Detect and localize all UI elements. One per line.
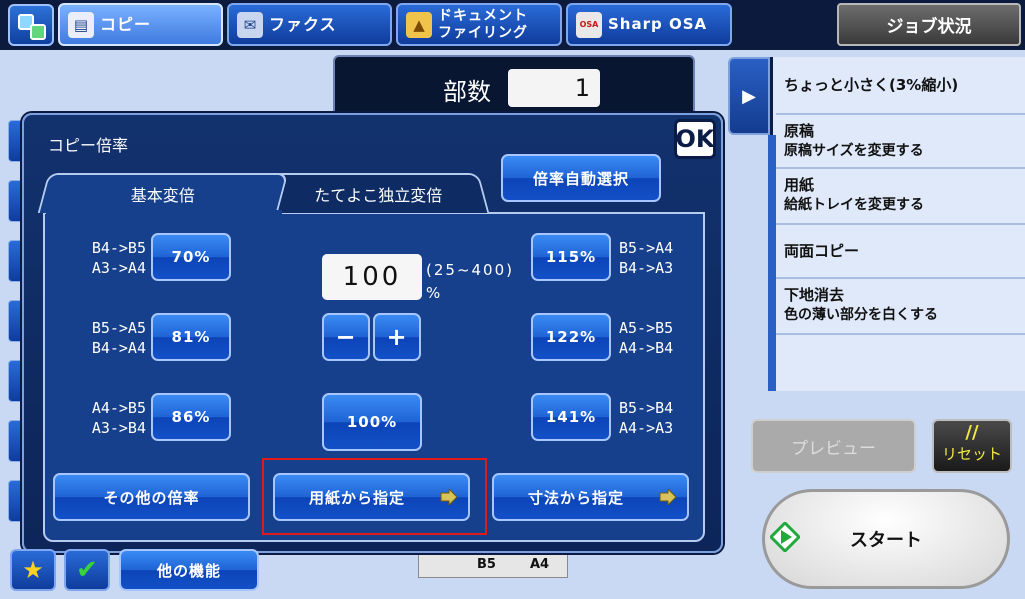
rp-item-original[interactable]: 原稿 原稿サイズを変更する xyxy=(776,115,1025,169)
rp-item-slightly-smaller[interactable]: ちょっと小さく(3%縮小) xyxy=(776,57,1025,115)
home-button[interactable] xyxy=(8,4,54,46)
ratio-81-line1: B5->A5 xyxy=(91,319,146,337)
ratio-81-button[interactable]: 81% xyxy=(151,313,231,361)
rp-item-paper-sub: 給紙トレイを変更する xyxy=(784,197,924,213)
preview-button[interactable]: プレビュー xyxy=(751,419,916,473)
tray-label-a4: A4 xyxy=(530,557,550,572)
osa-icon: OSA xyxy=(576,11,602,38)
start-diamond-icon xyxy=(770,522,800,552)
copies-field[interactable]: 1 xyxy=(508,69,600,107)
rp-item-paper-title: 用紙 xyxy=(784,176,815,194)
tab-independent-ratio-label: たてよこ独立変倍 xyxy=(314,186,443,205)
ratio-70-line2: A3->A4 xyxy=(91,259,146,277)
rp-item-original-title: 原稿 xyxy=(784,122,815,140)
arrow-right-icon xyxy=(659,489,677,505)
tab-document-filing-label: ドキュメント ファイリング xyxy=(438,8,528,42)
tab-basic-ratio[interactable]: 基本変倍 xyxy=(37,173,289,213)
tab-fax[interactable]: ✉ ファクス xyxy=(227,3,392,46)
ratio-122-button[interactable]: 122% xyxy=(531,313,611,361)
ratio-141-button[interactable]: 141% xyxy=(531,393,611,441)
ratio-100-button[interactable]: 100% xyxy=(322,393,422,451)
ratio-label-115: B5->A4 B4->A3 xyxy=(619,238,705,278)
tab-independent-ratio[interactable]: たてよこ独立変倍 xyxy=(266,173,490,213)
panel-strip xyxy=(768,135,776,391)
tab-document-filing-line1: ドキュメント xyxy=(438,7,528,24)
ratio-115-line2: B4->A3 xyxy=(619,259,674,277)
rp-item-paper[interactable]: 用紙 給紙トレイを変更する xyxy=(776,169,1025,225)
zoom-unit: % xyxy=(426,284,441,302)
ratio-label-141: B5->B4 A4->A3 xyxy=(619,398,705,438)
tab-fax-label: ファクス xyxy=(269,15,337,34)
from-size-label: 寸法から指定 xyxy=(528,488,625,507)
ratio-86-line1: A4->B5 xyxy=(91,399,146,417)
collapse-arrow-icon: ▶ xyxy=(742,85,756,107)
rp-item-slightly-smaller-title: ちょっと小さく(3%縮小) xyxy=(784,76,959,94)
other-functions-button[interactable]: 他の機能 xyxy=(119,549,259,591)
reset-label: リセット xyxy=(941,445,1002,463)
ratio-115-line1: B5->A4 xyxy=(619,239,674,257)
tray-label-b5: B5 xyxy=(477,557,496,572)
ratio-122-line2: A4->B4 xyxy=(619,339,674,357)
ratio-86-line2: A3->B4 xyxy=(91,419,146,437)
folder-icon: ▲ xyxy=(406,11,432,38)
panel-toggle-button[interactable]: ▶ xyxy=(728,57,770,135)
other-ratio-button[interactable]: その他の倍率 xyxy=(53,473,250,521)
ratio-141-line1: B5->B4 xyxy=(619,399,674,417)
copies-label: 部数 xyxy=(443,78,491,106)
checkmark-icon: ✔ xyxy=(76,555,98,585)
tab-copy[interactable]: ▤ コピー xyxy=(58,3,223,46)
reset-button[interactable]: // リセット xyxy=(932,419,1012,473)
zoom-value-field[interactable]: 100 xyxy=(322,254,422,300)
tab-copy-label: コピー xyxy=(100,15,152,34)
star-icon: ★ xyxy=(22,556,44,584)
ratio-122-line1: A5->B5 xyxy=(619,319,674,337)
rp-item-original-sub: 原稿サイズを変更する xyxy=(784,143,924,159)
rp-item-background-removal-sub: 色の薄い部分を白くする xyxy=(784,307,938,323)
ratio-81-line2: B4->A4 xyxy=(91,339,146,357)
ratio-115-button[interactable]: 115% xyxy=(531,233,611,281)
from-size-button[interactable]: 寸法から指定 xyxy=(492,473,689,521)
ratio-141-line2: A4->A3 xyxy=(619,419,674,437)
ratio-label-81: B5->A5 B4->A4 xyxy=(60,318,146,358)
copy-icon: ▤ xyxy=(68,11,94,38)
auto-ratio-button[interactable]: 倍率自動選択 xyxy=(501,154,661,202)
home-icon-part xyxy=(30,24,46,40)
reset-icon: // xyxy=(965,422,979,443)
fax-icon: ✉ xyxy=(237,11,263,38)
highlight-box xyxy=(262,458,487,535)
favorites-button[interactable]: ★ xyxy=(10,549,56,591)
rp-item-duplex-title: 両面コピー xyxy=(784,242,860,260)
job-status-button[interactable]: ジョブ状況 xyxy=(837,3,1021,46)
tab-sharp-osa[interactable]: OSA Sharp OSA xyxy=(566,3,732,46)
ok-button[interactable]: OK xyxy=(674,119,716,159)
ratio-label-122: A5->B5 A4->B4 xyxy=(619,318,705,358)
ratio-label-70: B4->B5 A3->A4 xyxy=(60,238,146,278)
rp-item-background-removal[interactable]: 下地消去 色の薄い部分を白くする xyxy=(776,279,1025,335)
rp-item-duplex[interactable]: 両面コピー xyxy=(776,225,1025,279)
zoom-plus-button[interactable]: + xyxy=(373,313,421,361)
rp-item-background-removal-title: 下地消去 xyxy=(784,286,845,304)
tab-document-filing[interactable]: ▲ ドキュメント ファイリング xyxy=(396,3,562,46)
tab-joint xyxy=(46,210,282,214)
zoom-minus-button[interactable]: − xyxy=(322,313,370,361)
tab-basic-ratio-label: 基本変倍 xyxy=(130,186,195,205)
dialog-title: コピー倍率 xyxy=(48,136,129,155)
check-button[interactable]: ✔ xyxy=(64,549,110,591)
tab-sharp-osa-label: Sharp OSA xyxy=(608,15,708,33)
ratio-70-line1: B4->B5 xyxy=(91,239,146,257)
zoom-range-text: (25~400) xyxy=(426,261,514,279)
tab-document-filing-line2: ファイリング xyxy=(438,24,528,41)
ratio-86-button[interactable]: 86% xyxy=(151,393,231,441)
ratio-70-button[interactable]: 70% xyxy=(151,233,231,281)
ratio-label-86: A4->B5 A3->B4 xyxy=(60,398,146,438)
